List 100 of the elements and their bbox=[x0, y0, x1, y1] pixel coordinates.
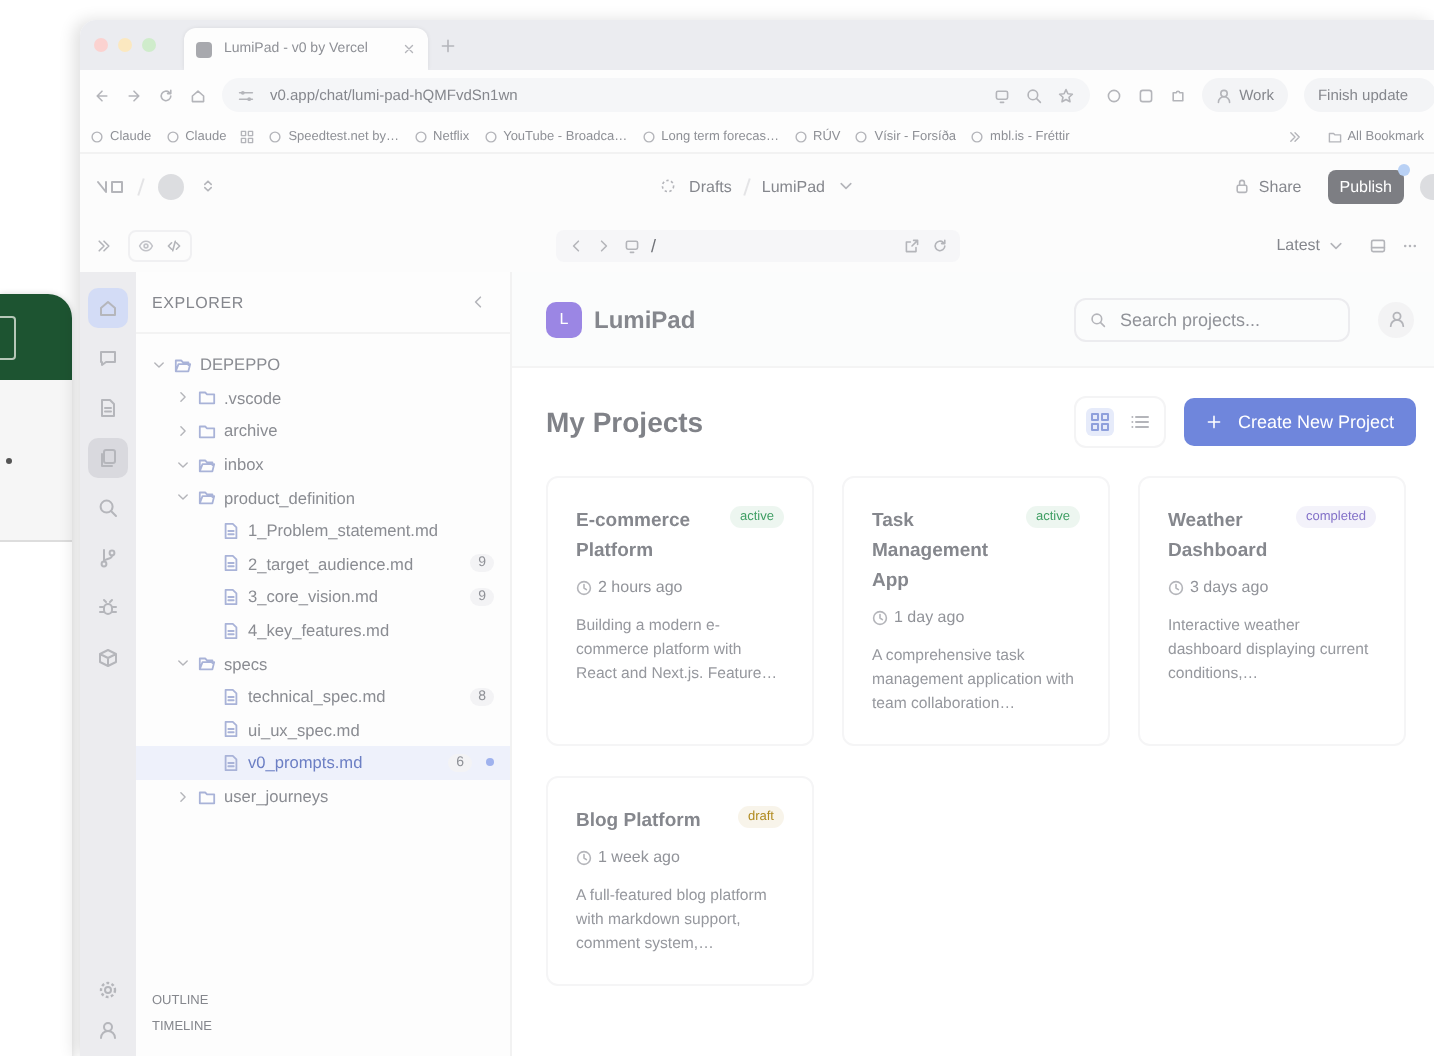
tree-item[interactable]: .vscode bbox=[136, 381, 510, 415]
external-link-icon[interactable] bbox=[903, 237, 919, 253]
panel-icon[interactable] bbox=[1370, 237, 1386, 253]
bug-icon bbox=[98, 598, 118, 618]
logo-icon[interactable] bbox=[96, 176, 124, 196]
avatar[interactable] bbox=[1378, 301, 1414, 337]
site-icon bbox=[268, 129, 283, 143]
lock-icon bbox=[1234, 178, 1251, 194]
share-button[interactable]: Share bbox=[1224, 171, 1312, 201]
file-icon bbox=[222, 720, 240, 739]
caret-icon[interactable] bbox=[838, 178, 855, 194]
tree-item[interactable]: DEPEPPO bbox=[136, 348, 510, 382]
search-field[interactable]: Search projects... bbox=[1074, 297, 1350, 341]
code-icon[interactable] bbox=[166, 237, 182, 253]
publish-button[interactable]: Publish bbox=[1327, 169, 1405, 203]
forward-icon[interactable] bbox=[595, 237, 611, 253]
file-name: DEPEPPO bbox=[200, 354, 281, 375]
collapse-icon[interactable] bbox=[470, 294, 486, 310]
folder-icon bbox=[198, 488, 216, 507]
square-icon[interactable] bbox=[1137, 87, 1154, 103]
sliders-icon[interactable] bbox=[238, 87, 254, 103]
project-title: E-commerce Platform bbox=[576, 508, 693, 566]
site-icon bbox=[641, 129, 656, 143]
tree-item[interactable]: 4_key_features.md bbox=[136, 613, 510, 647]
layout-toggle[interactable] bbox=[1073, 396, 1166, 448]
activity-button[interactable] bbox=[88, 438, 128, 478]
tree-item[interactable]: archive bbox=[136, 414, 510, 448]
home-icon[interactable] bbox=[190, 87, 206, 103]
chevron-icon bbox=[152, 357, 166, 372]
site-icon bbox=[413, 129, 428, 143]
file-name: product_definition bbox=[224, 487, 356, 508]
plus-icon[interactable] bbox=[440, 37, 456, 53]
expand-icon[interactable] bbox=[96, 237, 112, 253]
apps-grid-icon[interactable] bbox=[240, 129, 255, 143]
url-path: / bbox=[651, 235, 657, 255]
tree-item[interactable]: user_journeys bbox=[136, 779, 510, 813]
folder-icon bbox=[1327, 129, 1342, 143]
file-name: 1_Problem_statement.md bbox=[248, 520, 439, 541]
reload-icon[interactable] bbox=[158, 87, 174, 103]
close-icon[interactable] bbox=[402, 42, 416, 56]
file-name: specs bbox=[224, 653, 268, 674]
tree-item[interactable]: inbox bbox=[136, 447, 510, 481]
site-icon bbox=[90, 129, 104, 143]
file-name: archive bbox=[224, 420, 278, 441]
monitor-icon[interactable] bbox=[993, 87, 1010, 103]
breadcrumb-link[interactable]: LumiPad bbox=[761, 177, 825, 195]
eye-icon[interactable] bbox=[138, 237, 154, 253]
forward-icon[interactable] bbox=[126, 87, 142, 103]
folder-icon bbox=[198, 654, 216, 673]
activity-button[interactable] bbox=[88, 288, 128, 328]
chevron-icon bbox=[176, 390, 190, 405]
back-icon[interactable] bbox=[567, 237, 583, 253]
star-icon[interactable] bbox=[1057, 87, 1074, 103]
timestamp: 1 week ago bbox=[598, 848, 680, 866]
home-icon bbox=[98, 298, 118, 318]
chevron-icon bbox=[176, 656, 190, 671]
preview-address-bar[interactable]: / bbox=[555, 229, 959, 261]
chevron-icon bbox=[176, 457, 190, 472]
site-icon bbox=[165, 129, 180, 143]
file-name: v0_prompts.md bbox=[248, 752, 363, 773]
search-icon bbox=[98, 498, 118, 518]
site-icon bbox=[793, 129, 807, 143]
project-title: Task Management App bbox=[872, 508, 991, 596]
search-icon bbox=[1090, 311, 1106, 327]
tree-item[interactable]: ui_ux_spec.md bbox=[136, 713, 510, 747]
logo-icon: L bbox=[546, 301, 582, 337]
grid-icon[interactable] bbox=[1085, 408, 1114, 436]
tree-item[interactable]: specs bbox=[136, 646, 510, 680]
updown-icon[interactable] bbox=[200, 178, 216, 194]
double-chevron-icon[interactable] bbox=[1287, 129, 1302, 143]
monitor-icon[interactable] bbox=[623, 237, 639, 253]
modified-dot bbox=[486, 758, 494, 767]
box-icon bbox=[98, 648, 118, 668]
clock-icon bbox=[576, 849, 592, 865]
create-project-button[interactable]: Create New Project bbox=[1183, 398, 1416, 446]
view-mode-toggle[interactable] bbox=[128, 229, 192, 261]
plus-icon bbox=[1205, 414, 1222, 430]
clock-icon bbox=[1168, 579, 1184, 595]
circle-icon[interactable] bbox=[1105, 87, 1122, 103]
file-icon bbox=[222, 554, 240, 573]
caret-icon bbox=[1328, 237, 1344, 253]
folder-icon bbox=[174, 355, 192, 374]
breadcrumb-link[interactable]: Drafts bbox=[689, 177, 732, 195]
tree-item[interactable]: 1_Problem_statement.md bbox=[136, 513, 510, 548]
file-name: technical_spec.md bbox=[248, 686, 386, 707]
file-name: 4_key_features.md bbox=[248, 620, 390, 641]
tree-item[interactable]: product_definition bbox=[136, 480, 510, 514]
site-icon bbox=[854, 129, 869, 143]
settings-icon[interactable] bbox=[98, 980, 118, 1000]
file-name: 2_target_audience.md bbox=[248, 553, 414, 574]
back-icon[interactable] bbox=[94, 87, 110, 103]
project-title: Weather Dashboard bbox=[1168, 508, 1270, 566]
reload-icon[interactable] bbox=[931, 237, 947, 253]
user-icon[interactable] bbox=[98, 1020, 118, 1040]
copy-icon bbox=[98, 448, 118, 468]
avatar[interactable] bbox=[158, 173, 184, 199]
dot-icon bbox=[6, 457, 12, 463]
project-title: Blog Platform bbox=[576, 808, 701, 836]
version-dropdown[interactable]: Latest bbox=[1266, 230, 1354, 260]
zoom-icon[interactable] bbox=[1025, 87, 1042, 103]
